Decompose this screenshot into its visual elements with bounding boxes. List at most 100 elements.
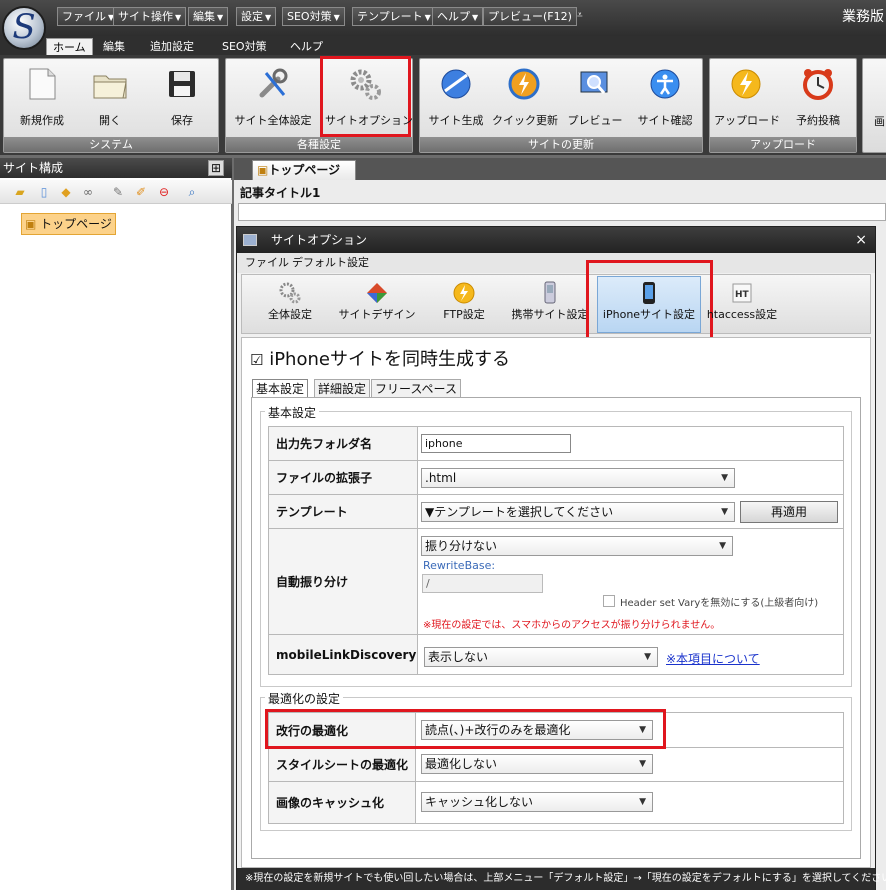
site-generate-button[interactable]: サイト生成 [424, 62, 488, 128]
button-label: 新規作成 [20, 114, 64, 127]
subtab-basic[interactable]: 基本設定 [252, 379, 309, 398]
menu-help[interactable]: ヘルプ ▼ [432, 7, 484, 26]
site-structure-panel [0, 158, 232, 890]
group-partial [862, 58, 886, 153]
site-settings-button[interactable]: サイト全体設定 [232, 62, 314, 128]
chevron-down-icon: ▼ [175, 13, 182, 22]
optimize-settings-legend: 最適化の設定 [265, 690, 344, 707]
button-label: クイック更新 [492, 114, 558, 127]
page-add-icon[interactable]: ▯ [36, 184, 52, 200]
dialog-menu-default-settings[interactable]: デフォルト設定 [292, 253, 369, 273]
auto-distribute-label: 自動振り分け [268, 528, 418, 635]
menu-label: プレビュー(F12) [488, 10, 572, 23]
menu-edit[interactable]: 編集 ▼ [188, 7, 229, 26]
menu-label: サイト操作 [118, 10, 173, 23]
tab-seo[interactable]: SEO対策 [222, 38, 267, 55]
select-value: .html [425, 471, 457, 485]
folder-add-icon[interactable]: ▰ [12, 184, 28, 200]
about-item-link[interactable]: ※本項目について [666, 650, 760, 667]
link-icon[interactable]: ∞ [80, 184, 96, 200]
new-button[interactable]: 新規作成 [10, 62, 74, 128]
tree-item-top-page[interactable]: ▣ トップページ [21, 213, 116, 235]
magnifier-monitor-icon [577, 66, 613, 102]
article-title-label: 記事タイトル1 [240, 186, 321, 200]
quick-access-icon[interactable]: ⩡ [577, 10, 583, 21]
menu-label: 設定 [241, 10, 263, 23]
globe-generate-icon [438, 66, 474, 102]
lightning-globe-icon [506, 66, 542, 102]
panel-title: サイト構成 [3, 161, 64, 175]
edition-label: 業務版 [842, 9, 884, 25]
menu-file[interactable]: ファイル ▼ [57, 7, 120, 26]
site-check-button[interactable]: サイト確認 [633, 62, 697, 128]
pin-icon[interactable]: ⊞ [208, 160, 224, 176]
lightning-icon [728, 66, 764, 102]
stylesheet-select[interactable]: 最適化しない ▼ [421, 754, 653, 774]
scheduled-post-button[interactable]: 予約投稿 [786, 62, 850, 128]
chevron-down-icon: ▼ [265, 13, 272, 22]
template-select[interactable]: ▼テンプレートを選択してください ▼ [421, 502, 735, 522]
tag-icon[interactable]: ◆ [58, 184, 74, 200]
site-options-button[interactable]: サイトオプション [325, 62, 413, 128]
button-label: サイト生成 [428, 114, 484, 127]
menu-label: ファイル [62, 10, 106, 23]
dialog-menubar: ファイル デフォルト設定 [237, 253, 875, 273]
tree-item-label: トップページ [40, 217, 112, 231]
output-folder-input[interactable]: iphone [421, 434, 571, 453]
edit-icon[interactable]: ✐ [133, 184, 149, 200]
partial-button-label[interactable]: 画 [874, 113, 885, 129]
search-icon[interactable]: ⌕ [184, 184, 200, 200]
save-button[interactable]: 保存 [150, 62, 214, 128]
tab-edit[interactable]: 編集 [103, 38, 125, 55]
stylesheet-label: スタイルシートの最適化 [268, 747, 416, 782]
menu-seo[interactable]: SEO対策 ▼ [282, 7, 345, 26]
close-icon[interactable]: × [855, 227, 867, 253]
article-title-input[interactable] [238, 203, 886, 221]
reapply-button[interactable]: 再適用 [740, 501, 838, 523]
button-label: アップロード [714, 114, 780, 127]
open-button[interactable]: 開く [78, 62, 142, 128]
tool-ftp-settings[interactable]: FTP設定 [438, 280, 490, 332]
subtab-detail[interactable]: 詳細設定 [314, 379, 371, 398]
extension-select[interactable]: .html ▼ [421, 468, 735, 488]
checkbox-label: iPhoneサイトを同時生成する [269, 349, 510, 370]
tab-help[interactable]: ヘルプ [290, 38, 323, 55]
template-label: テンプレート [268, 494, 418, 529]
app-logo[interactable]: S [2, 6, 46, 50]
chevron-down-icon: ▼ [472, 13, 479, 22]
tool-general-settings[interactable]: 全体設定 [262, 280, 318, 332]
wrench-small-icon[interactable]: ✎ [110, 184, 126, 200]
tool-htaccess-settings[interactable]: HT htaccess設定 [704, 280, 780, 332]
select-value: 最適化しない [425, 757, 498, 771]
rewrite-base-input[interactable]: / [422, 574, 543, 593]
button-label: サイト確認 [637, 114, 693, 127]
menu-preview[interactable]: プレビュー(F12) [483, 7, 577, 26]
preview-button[interactable]: プレビュー [563, 62, 627, 128]
button-label: プレビュー [567, 114, 623, 127]
tab-top-page[interactable]: ▣トップページ [252, 160, 356, 180]
subtab-free-space[interactable]: フリースペース [371, 379, 461, 398]
auto-distribute-select[interactable]: 振り分けない ▼ [421, 536, 733, 556]
generate-iphone-checkbox[interactable]: ☑ iPhoneサイトを同時生成する [250, 345, 510, 371]
tab-home[interactable]: ホーム [46, 38, 93, 55]
upload-button[interactable]: アップロード [714, 62, 780, 128]
tool-site-design[interactable]: サイトデザイン [333, 280, 421, 332]
menu-template[interactable]: テンプレート ▼ [352, 7, 436, 26]
extension-label: ファイルの拡張子 [268, 460, 418, 495]
floppy-icon [164, 66, 200, 102]
mobile-phone-icon [508, 280, 592, 306]
basic-settings-legend: 基本設定 [265, 404, 320, 421]
quick-update-button[interactable]: クイック更新 [492, 62, 558, 128]
menu-settings[interactable]: 設定 ▼ [236, 7, 277, 26]
button-label: 予約投稿 [796, 114, 840, 127]
mobile-link-select[interactable]: 表示しない ▼ [424, 647, 658, 667]
header-vary-checkbox[interactable] [603, 595, 615, 607]
menu-site-ops[interactable]: サイト操作 ▼ [113, 7, 187, 26]
tab-additional[interactable]: 追加設定 [150, 38, 194, 55]
delete-icon[interactable]: ⊖ [156, 184, 172, 200]
image-cache-select[interactable]: キャッシュ化しない ▼ [421, 792, 653, 812]
page-icon: ▣ [25, 217, 37, 231]
select-value: 表示しない [428, 650, 489, 664]
tool-mobile-settings[interactable]: 携帯サイト設定 [508, 280, 592, 332]
dialog-menu-file[interactable]: ファイル [245, 253, 289, 273]
